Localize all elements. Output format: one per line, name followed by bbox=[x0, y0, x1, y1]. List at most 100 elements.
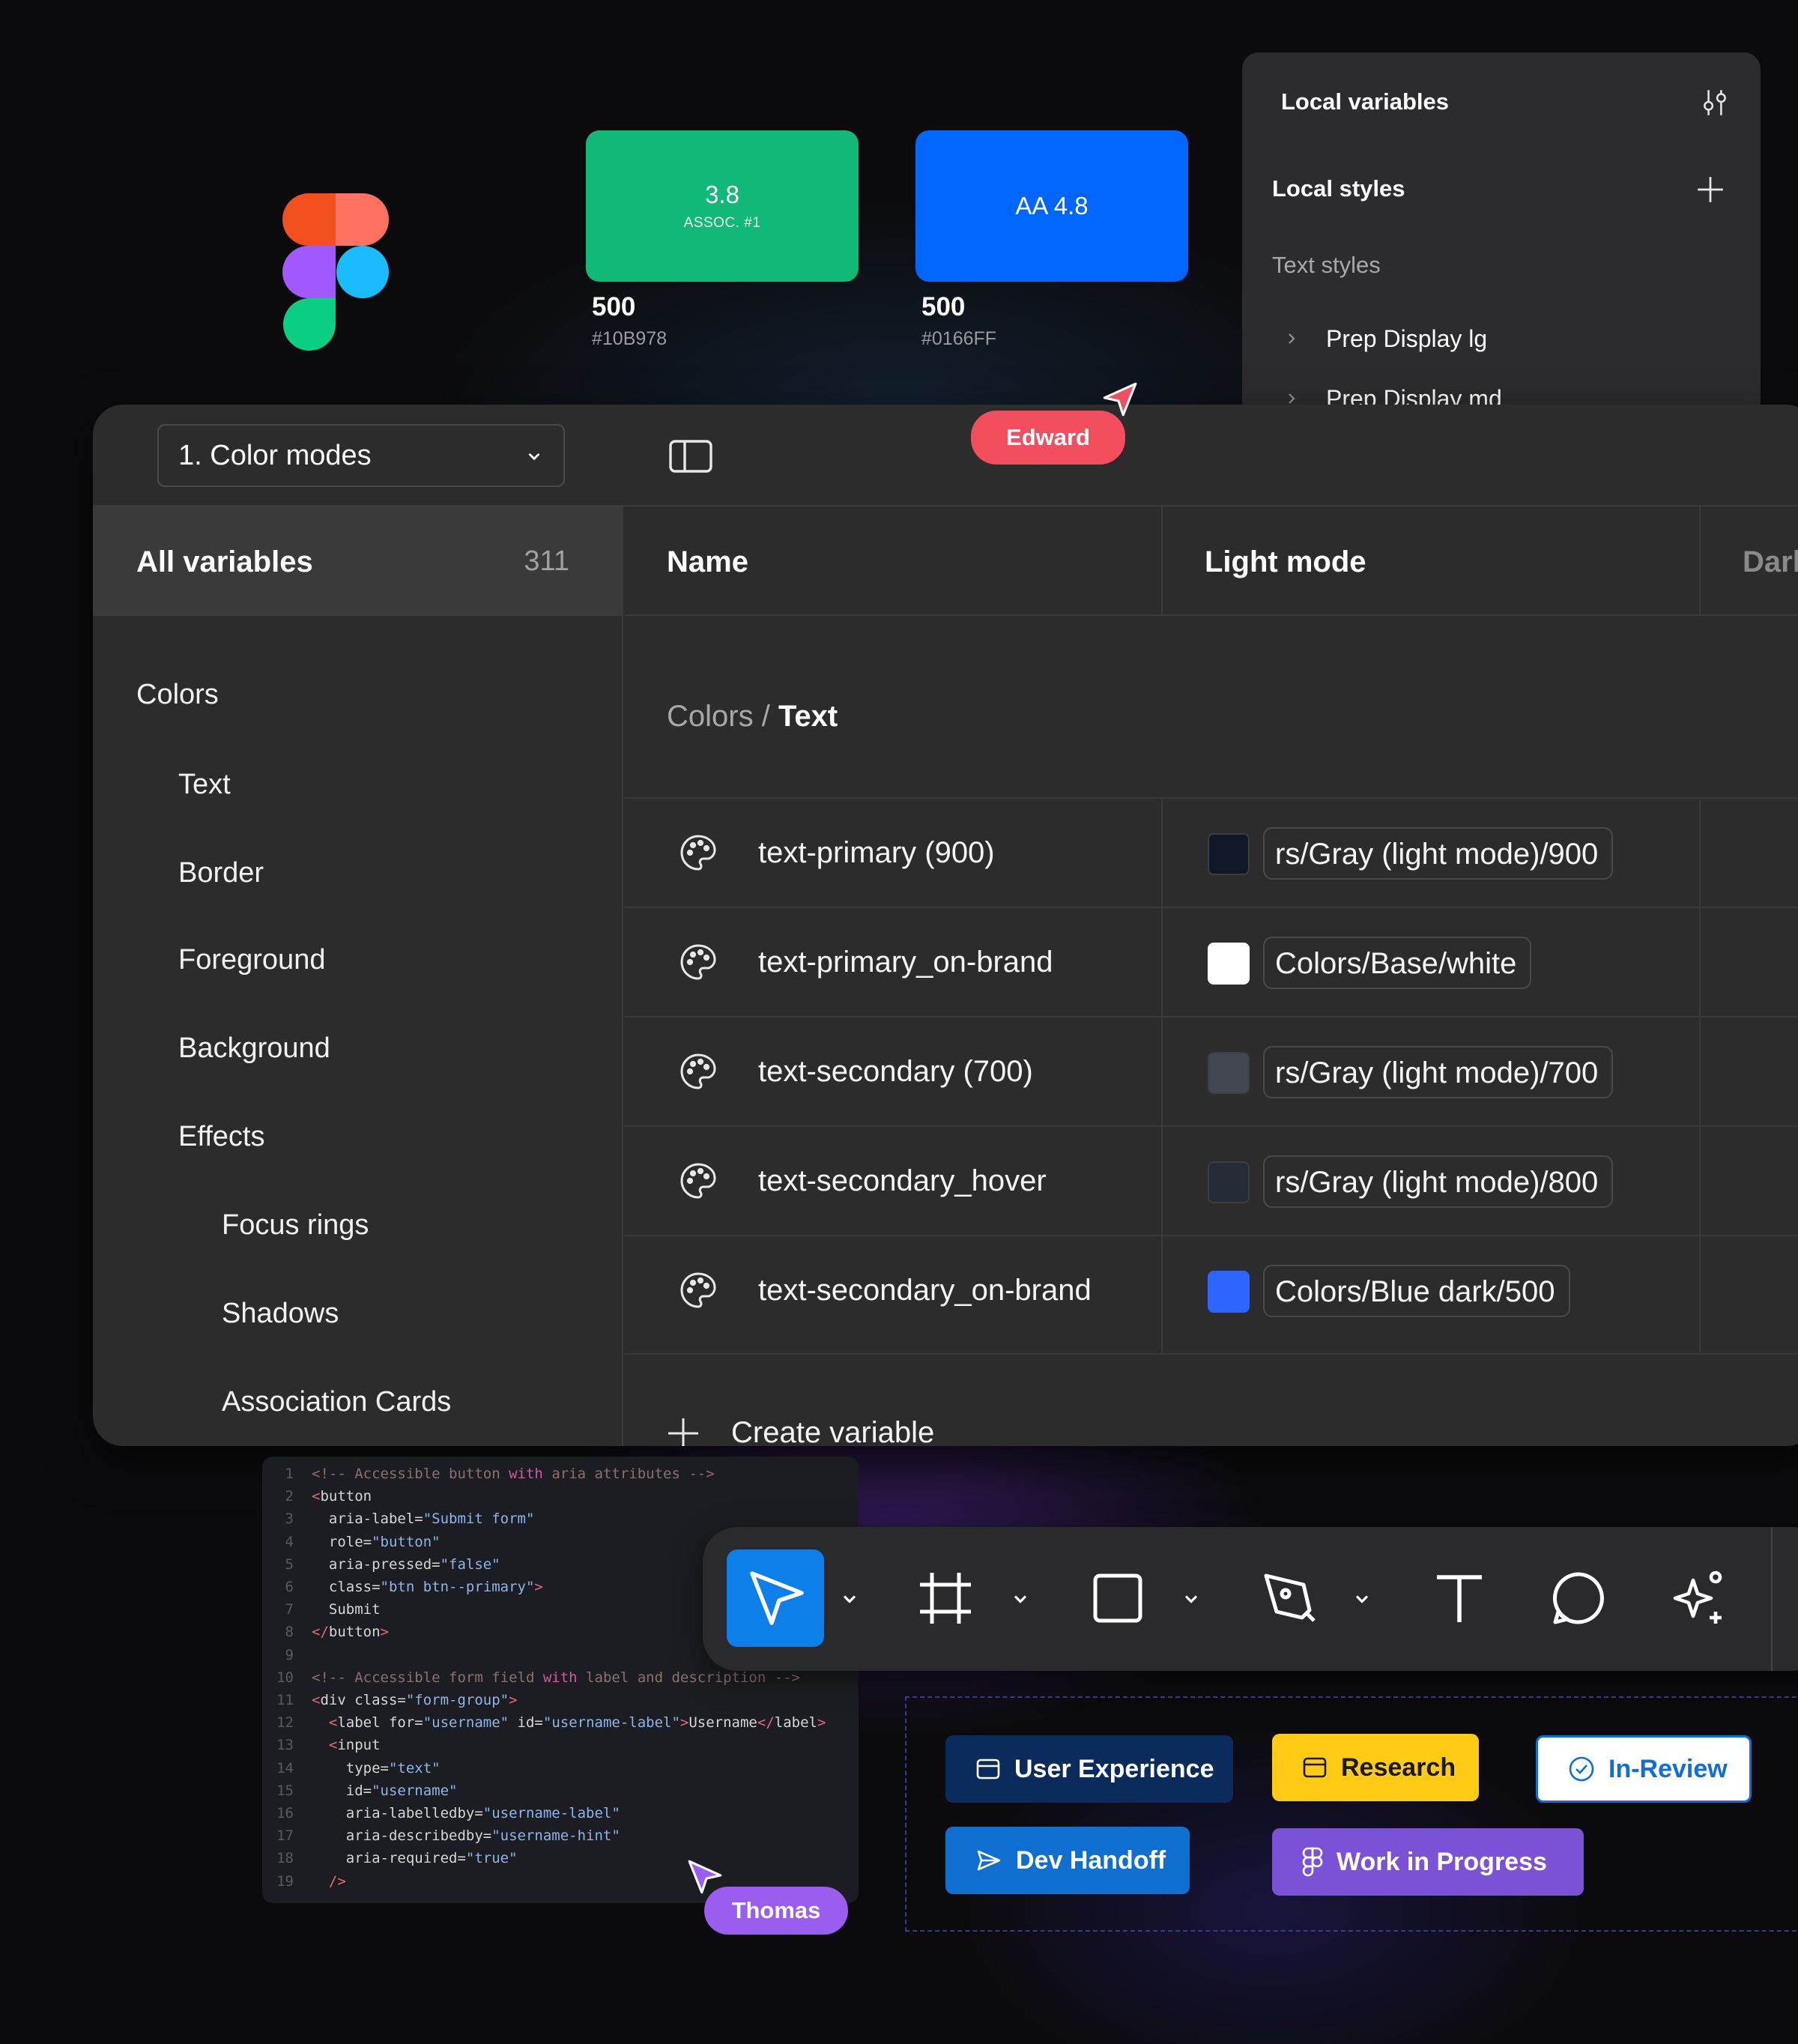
comment-tool-icon[interactable] bbox=[1549, 1568, 1609, 1628]
chevron-down-icon[interactable] bbox=[1351, 1588, 1372, 1609]
status-chip-user-experience[interactable]: User Experience bbox=[945, 1735, 1233, 1803]
code-token: aria-label= bbox=[312, 1511, 423, 1528]
chevron-right-icon[interactable] bbox=[1284, 391, 1299, 406]
pen-tool-icon[interactable] bbox=[1260, 1568, 1320, 1628]
light-mode-value[interactable]: Colors/Blue dark/500 bbox=[1263, 1265, 1570, 1317]
code-token: "username-label" bbox=[542, 1714, 680, 1732]
breadcrumb-parent[interactable]: Colors bbox=[667, 700, 754, 733]
light-mode-value[interactable]: rs/Gray (light mode)/700 bbox=[1263, 1046, 1614, 1098]
code-token: Submit bbox=[312, 1601, 381, 1618]
chevron-down-icon[interactable] bbox=[839, 1588, 860, 1609]
status-chip-in-review[interactable]: In-Review bbox=[1536, 1735, 1752, 1803]
text-style-item[interactable]: Prep Display lg bbox=[1326, 325, 1487, 353]
group-background[interactable]: Background bbox=[178, 1032, 330, 1065]
code-line: 13 <input bbox=[262, 1737, 380, 1759]
code-token: button bbox=[320, 1488, 372, 1505]
local-variables-label[interactable]: Local variables bbox=[1281, 88, 1449, 115]
line-number: 1 bbox=[285, 1466, 294, 1482]
light-mode-swatch[interactable] bbox=[1208, 943, 1250, 985]
variable-row[interactable]: text-secondary_on-brand Colors/Blue dark/… bbox=[625, 1236, 1798, 1346]
create-variable-button[interactable]: Create variable bbox=[667, 1416, 934, 1446]
rectangle-tool-icon[interactable] bbox=[1088, 1568, 1148, 1628]
light-mode-value[interactable]: rs/Gray (light mode)/800 bbox=[1263, 1155, 1614, 1208]
variables-window: 1. Color modes All variables 311 Colors … bbox=[93, 405, 1798, 1446]
variable-name[interactable]: text-secondary_hover bbox=[758, 1164, 1047, 1198]
variable-name[interactable]: text-primary (900) bbox=[758, 836, 995, 870]
text-tool-icon[interactable] bbox=[1429, 1568, 1489, 1628]
status-chip-label: Dev Handoff bbox=[1016, 1845, 1166, 1875]
code-line: 16 aria-labelledby="username-label" bbox=[262, 1805, 620, 1827]
line-number: 6 bbox=[285, 1579, 294, 1595]
variable-row[interactable]: text-primary (900) rs/Gray (light mode)/9… bbox=[625, 799, 1798, 908]
code-line: 19 /> bbox=[262, 1873, 346, 1896]
code-token: with bbox=[509, 1466, 543, 1482]
variables-toolbar: 1. Color modes bbox=[93, 405, 1798, 507]
breadcrumb-current: Text bbox=[778, 700, 838, 733]
line-number: 11 bbox=[276, 1692, 294, 1708]
light-mode-swatch[interactable] bbox=[1208, 1271, 1250, 1313]
check-circle-icon bbox=[1568, 1756, 1608, 1783]
light-mode-swatch[interactable] bbox=[1208, 1161, 1250, 1203]
group-text[interactable]: Text bbox=[178, 769, 231, 801]
group-focus-rings[interactable]: Focus rings bbox=[222, 1209, 369, 1242]
group-shadows[interactable]: Shadows bbox=[222, 1298, 339, 1330]
cursor-label-thomas: Thomas bbox=[704, 1887, 848, 1935]
swatch-hex: #10B978 bbox=[592, 328, 668, 349]
chevron-down-icon[interactable] bbox=[1181, 1588, 1202, 1609]
status-chips-frame bbox=[905, 1696, 1798, 1932]
code-token: "true" bbox=[465, 1850, 518, 1867]
chevron-right-icon[interactable] bbox=[1284, 331, 1299, 346]
status-chip-research[interactable]: Research bbox=[1272, 1734, 1479, 1801]
move-tool-button[interactable] bbox=[727, 1549, 824, 1647]
swatch-card-blue[interactable]: AA 4.8 bbox=[915, 130, 1188, 282]
variable-row[interactable]: text-secondary_hover rs/Gray (light mode)… bbox=[625, 1127, 1798, 1236]
code-token: > bbox=[534, 1579, 543, 1595]
status-chip-dev-handoff[interactable]: Dev Handoff bbox=[945, 1827, 1190, 1894]
code-token: < bbox=[312, 1692, 321, 1708]
variables-settings-icon[interactable] bbox=[1699, 87, 1731, 118]
code-line: 3 aria-label="Submit form" bbox=[262, 1511, 535, 1533]
code-token: <!-- Accessible button bbox=[312, 1466, 509, 1482]
collection-select[interactable]: 1. Color modes bbox=[157, 424, 565, 487]
group-association-cards[interactable]: Association Cards bbox=[222, 1386, 451, 1418]
group-foreground[interactable]: Foreground bbox=[178, 944, 325, 976]
design-toolbar bbox=[703, 1527, 1798, 1671]
code-token: "btn btn--primary" bbox=[380, 1579, 535, 1595]
group-colors[interactable]: Colors bbox=[136, 679, 219, 711]
variable-row[interactable]: text-secondary (700) rs/Gray (light mode)… bbox=[625, 1018, 1798, 1127]
variable-name[interactable]: text-secondary_on-brand bbox=[758, 1274, 1092, 1307]
variable-name[interactable]: text-primary_on-brand bbox=[758, 946, 1053, 979]
contrast-value: 3.8 bbox=[705, 181, 739, 208]
sidebar-toggle-icon[interactable] bbox=[668, 439, 713, 474]
code-token: aria-labelledby= bbox=[312, 1805, 483, 1821]
light-mode-value[interactable]: Colors/Base/white bbox=[1263, 937, 1532, 989]
add-style-icon[interactable] bbox=[1695, 174, 1726, 205]
code-line: 1 <!-- Accessible button with aria attrib… bbox=[262, 1466, 715, 1488]
status-chip-work-in-progress[interactable]: Work in Progress bbox=[1272, 1828, 1584, 1896]
toolbar-divider bbox=[1771, 1527, 1773, 1671]
code-token: button bbox=[328, 1624, 381, 1641]
ai-sparkle-icon[interactable] bbox=[1668, 1568, 1728, 1628]
variable-row[interactable]: text-primary_on-brand Colors/Base/white bbox=[625, 908, 1798, 1018]
swatch-card-green[interactable]: 3.8 ASSOC. #1 bbox=[586, 130, 859, 282]
variable-name[interactable]: text-secondary (700) bbox=[758, 1055, 1033, 1089]
palette-icon bbox=[677, 1050, 719, 1092]
light-mode-swatch[interactable] bbox=[1208, 833, 1250, 875]
chevron-down-icon bbox=[528, 453, 540, 461]
light-mode-swatch[interactable] bbox=[1208, 1052, 1250, 1094]
column-header-light-mode[interactable]: Light mode bbox=[1163, 507, 1701, 616]
all-variables-item[interactable]: All variables 311 bbox=[93, 507, 623, 616]
local-styles-label: Local styles bbox=[1272, 175, 1405, 202]
line-number: 9 bbox=[285, 1646, 294, 1663]
frame-tool-icon[interactable] bbox=[915, 1568, 975, 1628]
code-token: "form-group" bbox=[405, 1692, 509, 1708]
chevron-down-icon[interactable] bbox=[1010, 1588, 1031, 1609]
column-divider bbox=[1699, 797, 1701, 1353]
code-token: > bbox=[509, 1692, 518, 1708]
group-border[interactable]: Border bbox=[178, 857, 264, 889]
group-effects[interactable]: Effects bbox=[178, 1121, 264, 1153]
light-mode-value[interactable]: rs/Gray (light mode)/900 bbox=[1263, 827, 1614, 880]
column-header-name: Name bbox=[625, 507, 1163, 616]
column-header-dark-mode[interactable]: Dark mode bbox=[1701, 507, 1798, 616]
code-line: 15 id="username" bbox=[262, 1783, 457, 1805]
